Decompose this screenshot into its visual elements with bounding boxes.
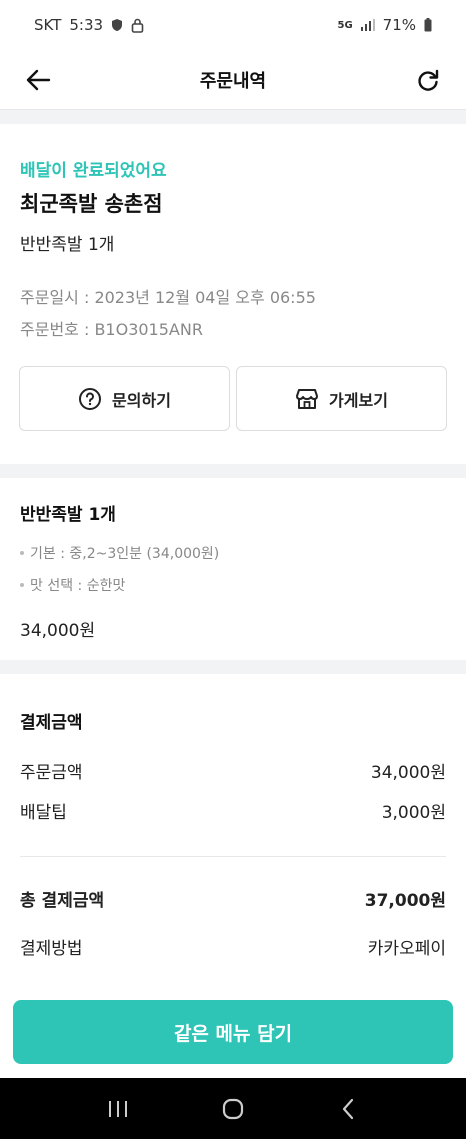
- battery-icon: [424, 18, 432, 32]
- item-option: 맛 선택 : 순한맛: [20, 575, 125, 595]
- back-icon: [343, 1098, 354, 1119]
- order-date: 주문일시 : 2023년 12월 04일 오후 06:55: [20, 288, 316, 307]
- status-bar: SKT 5:33 5G 71%: [0, 0, 466, 50]
- home-button[interactable]: [213, 1089, 253, 1129]
- bullet-icon: [20, 551, 24, 555]
- payment-method-label: 결제방법: [20, 939, 83, 959]
- carrier-label: SKT: [34, 16, 62, 34]
- recent-apps-icon: [108, 1100, 127, 1117]
- recent-apps-button[interactable]: [98, 1089, 138, 1129]
- refresh-icon: [418, 69, 439, 91]
- option-text: 맛 선택 : 순한맛: [30, 578, 126, 594]
- payment-section: 결제금액 주문금액 34,000원 배달팁 3,000원 총 결제금액 37,0…: [0, 674, 466, 994]
- reorder-button[interactable]: 같은 메뉴 담기: [13, 1000, 453, 1064]
- lock-icon: [131, 18, 144, 33]
- inquiry-button[interactable]: 문의하기: [19, 366, 230, 431]
- view-store-button[interactable]: 가게보기: [236, 366, 447, 431]
- home-icon: [222, 1098, 244, 1119]
- order-amount-value: 34,000원: [370, 763, 446, 783]
- network-label: 5G: [337, 19, 353, 31]
- option-text: 기본 : 중,2~3인분 (34,000원): [30, 546, 220, 562]
- inquiry-label: 문의하기: [112, 390, 171, 410]
- battery-label: 71%: [382, 16, 416, 34]
- order-amount-row: 주문금액 34,000원: [20, 758, 446, 783]
- refresh-button[interactable]: [412, 64, 444, 96]
- item-title: 반반족발 1개: [20, 505, 116, 525]
- nav-back-button[interactable]: [328, 1089, 368, 1129]
- bullet-icon: [20, 583, 24, 587]
- payment-method-value: 카카오페이: [367, 939, 446, 959]
- menu-summary: 반반족발 1개: [20, 235, 115, 255]
- total-label: 총 결제금액: [20, 891, 105, 911]
- total-value: 37,000원: [364, 891, 446, 911]
- store-icon: [296, 388, 319, 409]
- delivery-tip-label: 배달팁: [20, 803, 67, 823]
- question-circle-icon: [79, 387, 102, 410]
- order-item-section: 반반족발 1개 기본 : 중,2~3인분 (34,000원) 맛 선택 : 순한…: [0, 478, 466, 660]
- shield-icon: [111, 18, 123, 32]
- payment-method-row: 결제방법 카카오페이: [20, 934, 446, 959]
- order-summary-section: 배달이 완료되었어요 최군족발 송촌점 반반족발 1개 주문일시 : 2023년…: [0, 124, 466, 464]
- delivery-tip-row: 배달팁 3,000원: [20, 798, 446, 823]
- delivery-tip-value: 3,000원: [381, 803, 446, 823]
- status-left: SKT 5:33: [34, 16, 144, 34]
- order-amount-label: 주문금액: [20, 763, 83, 783]
- status-right: 5G 71%: [337, 16, 432, 34]
- divider: [20, 856, 446, 857]
- item-price: 34,000원: [20, 621, 96, 641]
- view-store-label: 가게보기: [329, 390, 388, 410]
- payment-title: 결제금액: [20, 713, 83, 733]
- delivery-status: 배달이 완료되었어요: [20, 161, 167, 181]
- back-button[interactable]: [22, 64, 54, 96]
- system-nav-bar: [0, 1078, 466, 1139]
- time-label: 5:33: [69, 16, 104, 34]
- app-bar: 주문내역: [0, 50, 466, 110]
- arrow-left-icon: [26, 69, 51, 91]
- total-row: 총 결제금액 37,000원: [20, 886, 446, 911]
- order-number: 주문번호 : B1O3015ANR: [20, 320, 203, 339]
- page-title: 주문내역: [199, 70, 267, 92]
- item-option: 기본 : 중,2~3인분 (34,000원): [20, 543, 219, 563]
- signal-icon: [360, 19, 375, 31]
- store-name: 최군족발 송촌점: [20, 192, 163, 216]
